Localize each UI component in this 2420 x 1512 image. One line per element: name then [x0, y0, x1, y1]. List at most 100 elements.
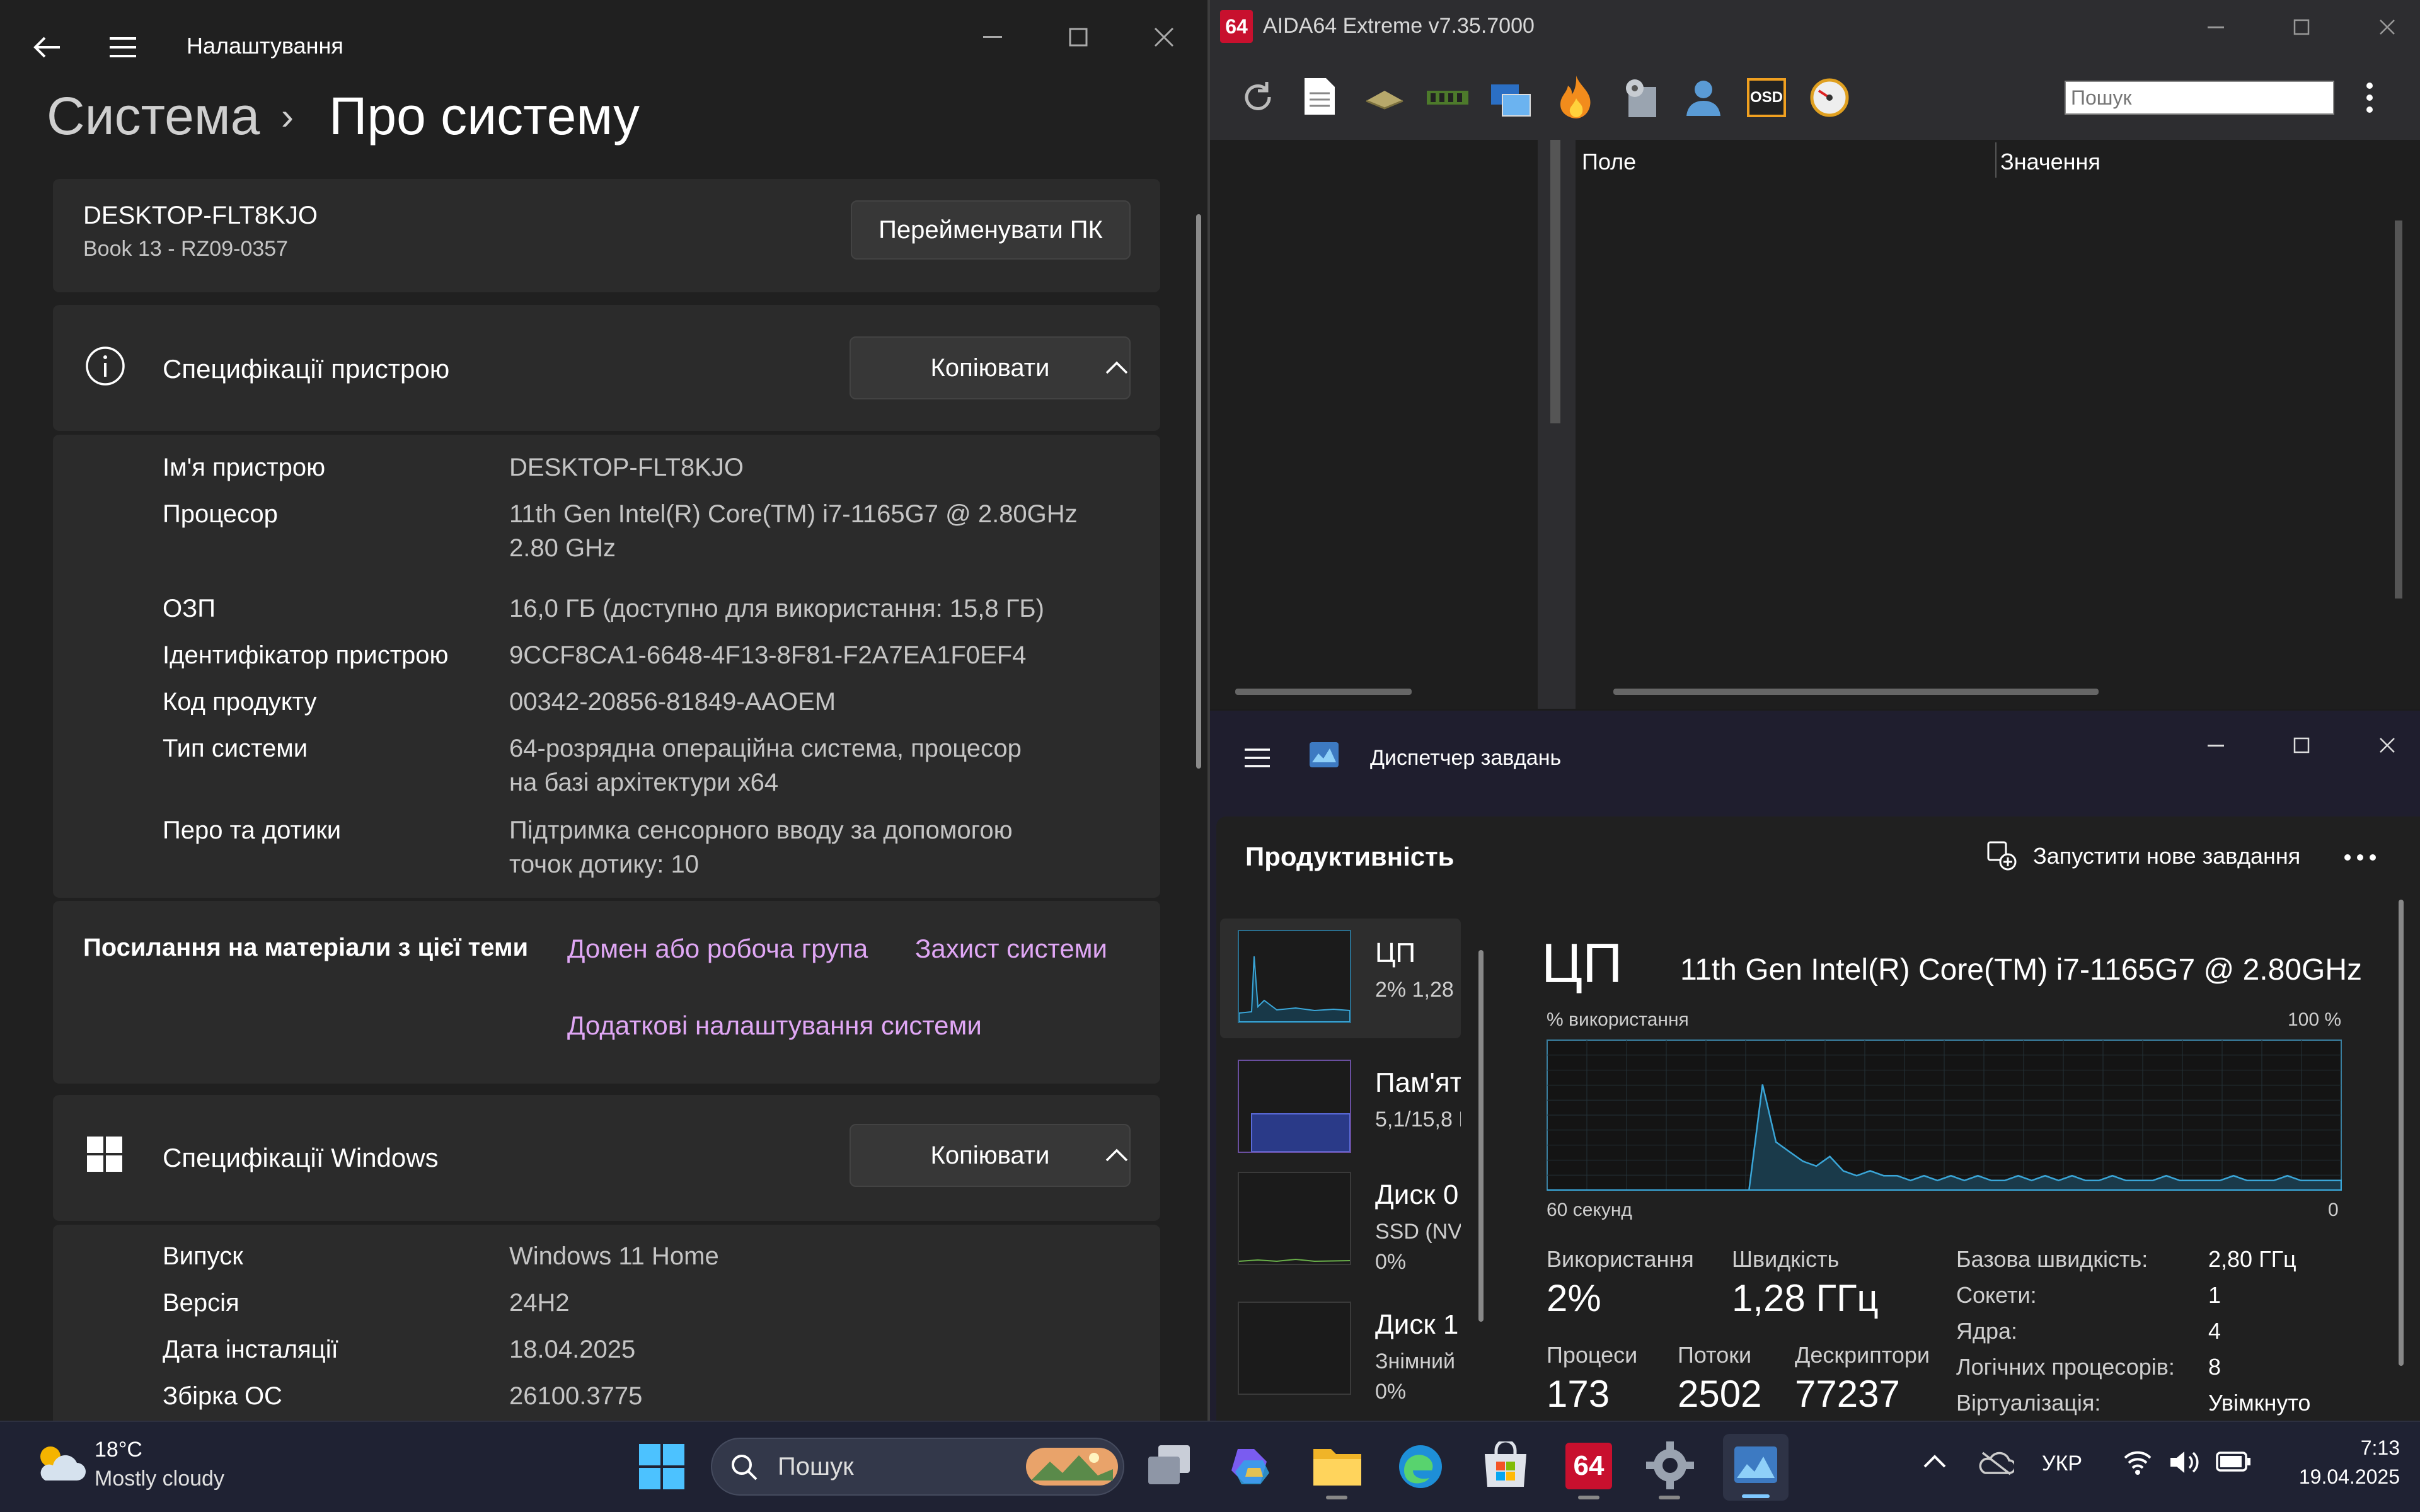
tree-scrollbar-v[interactable] [1550, 140, 1560, 423]
device-spec-value[interactable]: 00342-20856-81849-AAOEM [509, 684, 1127, 719]
task-view-icon[interactable] [1146, 1443, 1192, 1489]
device-spec-value[interactable]: 16,0 ГБ (доступно для використання: 15,8… [509, 591, 1127, 626]
user-icon[interactable] [1683, 77, 1724, 118]
device-spec-value-line2[interactable]: 2.80 GHz [509, 530, 1127, 566]
rename-pc-button[interactable]: Перейменувати ПК [851, 200, 1131, 260]
windows-spec-value[interactable]: 18.04.2025 [509, 1332, 1127, 1367]
wifi-icon[interactable] [2123, 1449, 2153, 1475]
more-options-icon[interactable] [2366, 82, 2373, 113]
task-manager-taskbar-button[interactable] [1723, 1434, 1789, 1501]
device-spec-label: Перо та дотики [163, 816, 342, 844]
col-divider[interactable] [1995, 142, 1997, 178]
edge-browser-icon[interactable] [1397, 1443, 1444, 1491]
maximize-button[interactable] [1056, 15, 1100, 59]
aida64-taskbar-button[interactable]: 64 [1565, 1443, 1612, 1489]
motherboard-toolbar-icon[interactable] [1364, 86, 1405, 111]
device-specs-header[interactable]: Специфікації пристрою Копіювати [53, 305, 1160, 431]
device-spec-value[interactable]: DESKTOP-FLT8KJO [509, 450, 1127, 485]
volume-icon[interactable] [2168, 1449, 2201, 1475]
tm-menu-button[interactable] [1235, 736, 1279, 780]
minimize-button[interactable] [2197, 11, 2235, 43]
clock-time[interactable]: 7:13 [2307, 1436, 2400, 1460]
gauge-toolbar-icon[interactable] [1809, 77, 1850, 118]
windows-spec-value[interactable]: 26100.3775 [509, 1378, 1127, 1414]
maximize-icon [2293, 19, 2310, 35]
tm-main-scrollbar[interactable] [2399, 900, 2404, 1366]
taskbar-search-box[interactable]: Пошук [711, 1438, 1124, 1496]
tm-sidebar-item[interactable]: Диск 1 Знімний 0% [1220, 1290, 1461, 1410]
microsoft-store-icon[interactable] [1481, 1441, 1530, 1491]
windows-spec-value[interactable]: Windows 11 Home [509, 1239, 1127, 1274]
maximize-button[interactable] [2283, 730, 2320, 761]
weather-temp[interactable]: 18°C [95, 1438, 142, 1462]
cpu-prop-value[interactable]: Увімкнуто [2208, 1390, 2310, 1416]
settings-gear-icon[interactable] [1645, 1440, 1695, 1491]
maximize-button[interactable] [2283, 11, 2320, 43]
minimize-button[interactable] [971, 15, 1015, 59]
windows-spec-value[interactable]: 24H2 [509, 1285, 1127, 1320]
tm-sidebar-thumbnail [1238, 1302, 1351, 1395]
cpu-prop-value[interactable]: 8 [2208, 1354, 2221, 1380]
device-spec-value[interactable]: 11th Gen Intel(R) Core(TM) i7-1165G7 @ 2… [509, 496, 1127, 532]
tools-icon[interactable] [1620, 76, 1664, 120]
device-spec-value[interactable]: 9CCF8CA1-6648-4F13-8F81-F2A7EA1F0EF4 [509, 638, 1127, 673]
copy-windows-specs-button[interactable]: Копіювати [850, 1124, 1131, 1187]
file-explorer-icon[interactable] [1312, 1444, 1363, 1488]
device-spec-value-line2[interactable]: на базі архітектури x64 [509, 765, 1127, 800]
refresh-icon[interactable] [1239, 78, 1277, 116]
settings-scrollbar[interactable] [1196, 214, 1201, 769]
time-axis-label: 60 секунд [1547, 1200, 1632, 1220]
tm-sidebar-scrollbar[interactable] [1478, 950, 1484, 1322]
report-icon[interactable] [1302, 76, 1337, 117]
tm-sidebar-item[interactable]: ЦП 2% 1,28 ГГц [1220, 919, 1461, 1038]
close-button[interactable] [2368, 730, 2406, 761]
col-header-value[interactable]: Значення [2000, 149, 2100, 175]
cpu-prop-value[interactable]: 1 [2208, 1282, 2221, 1309]
link-domain-workgroup[interactable]: Домен або робоча група [567, 934, 868, 964]
clock-date[interactable]: 19.04.2025 [2274, 1465, 2400, 1489]
close-button[interactable] [1142, 15, 1186, 59]
more-options-icon[interactable] [2344, 854, 2376, 861]
device-spec-value-line2[interactable]: точок дотику: 10 [509, 847, 1127, 882]
copilot-icon[interactable] [1229, 1443, 1276, 1489]
chevron-up-icon[interactable] [1922, 1454, 1947, 1469]
breadcrumb-parent[interactable]: Система [47, 86, 260, 147]
tm-sidebar-item[interactable]: Диск 0 SSD (NVMe) 0% [1220, 1160, 1461, 1280]
battery-icon[interactable] [2216, 1452, 2251, 1472]
cpu-prop-value[interactable]: 2,80 ГГц [2208, 1246, 2296, 1273]
start-windows-icon[interactable] [638, 1443, 686, 1491]
memory-icon[interactable] [1426, 86, 1470, 111]
device-spec-value[interactable]: Підтримка сенсорного вводу за допомогою [509, 813, 1127, 848]
device-spec-value[interactable]: 64-розрядна операційна система, процесор [509, 731, 1127, 766]
task-manager-icon [1310, 742, 1339, 767]
minimize-icon [2208, 744, 2224, 747]
link-system-protection[interactable]: Захист системи [915, 934, 1107, 964]
tm-sidebar-item[interactable]: Пам'ять 5,1/15,8 ГБ [1220, 1048, 1461, 1168]
tree-scrollbar-h[interactable] [1235, 689, 1412, 695]
aida-search-input[interactable] [2066, 82, 2333, 113]
weather-desc[interactable]: Mostly cloudy [95, 1467, 224, 1491]
cpu-prop-label: Віртуалізація: [1956, 1390, 2101, 1416]
copy-device-specs-button[interactable]: Копіювати [850, 336, 1131, 399]
flame-icon[interactable] [1557, 73, 1596, 121]
minimize-button[interactable] [2197, 730, 2235, 761]
back-button[interactable] [25, 25, 69, 69]
language-indicator[interactable]: УКР [2042, 1452, 2082, 1476]
col-header-field[interactable]: Поле [1582, 149, 1636, 175]
aida-search-box[interactable] [2065, 81, 2334, 115]
osd-button[interactable]: OSD [1747, 78, 1786, 117]
new-task-icon[interactable] [1986, 840, 2017, 871]
list-scrollbar-h[interactable] [1613, 689, 2099, 695]
menu-button[interactable] [101, 25, 145, 69]
chevron-up-icon[interactable] [1104, 1148, 1129, 1163]
run-new-task-button[interactable]: Запустити нове завдання [2033, 843, 2300, 869]
cpu-prop-value[interactable]: 4 [2208, 1318, 2221, 1344]
weather-cloud-sun-icon[interactable] [32, 1439, 86, 1487]
close-button[interactable] [2368, 11, 2406, 43]
link-advanced-settings[interactable]: Додаткові налаштування системи [567, 1011, 982, 1041]
benchmark-icon[interactable] [1490, 78, 1531, 120]
chevron-up-icon[interactable] [1104, 360, 1129, 375]
onedrive-offline-icon[interactable] [1979, 1450, 2014, 1475]
windows-specs-header[interactable]: Специфікації Windows Копіювати [53, 1095, 1160, 1221]
list-scrollbar-v[interactable] [2395, 220, 2402, 598]
